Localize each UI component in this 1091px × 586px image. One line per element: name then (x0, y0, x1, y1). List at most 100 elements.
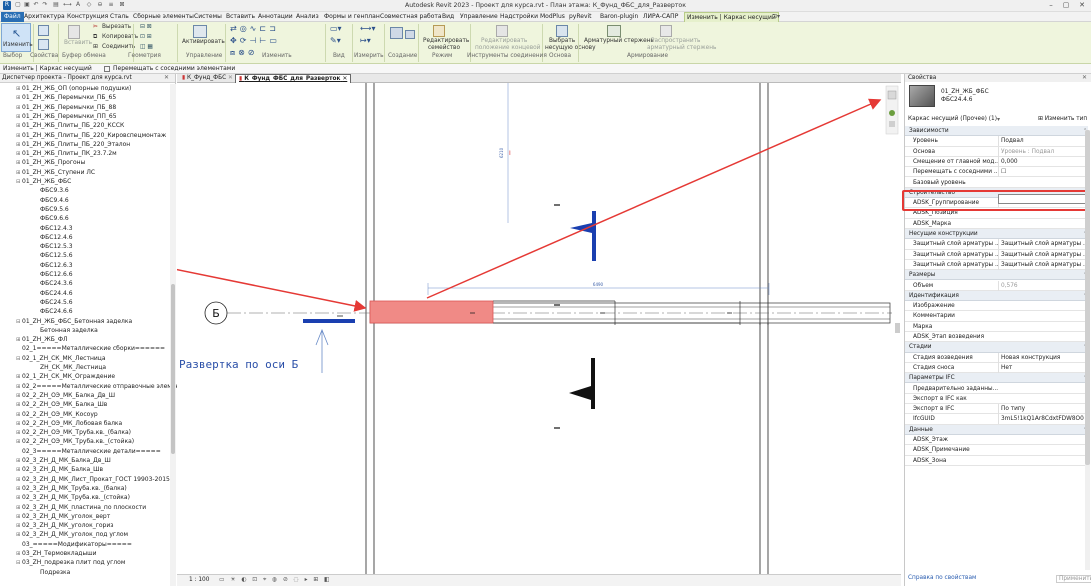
tree-item[interactable]: ФБС12.6.3 (34, 261, 73, 270)
property-value[interactable]: Защитный слой арматуры ... (998, 249, 1086, 260)
modify-tools-row3-icon[interactable]: ⧈⊗⊘ (230, 48, 258, 58)
tree-item[interactable]: ФБС24.5.6 (34, 298, 73, 307)
maximize-icon[interactable]: ▢ (1060, 1, 1072, 11)
property-category[interactable]: Данные⌃ (905, 424, 1088, 435)
property-row[interactable]: Экспорт в IFC По типу (905, 404, 1088, 415)
view-tools-icon-2[interactable]: ✎▾ (330, 36, 341, 45)
tree-item[interactable]: ФБС12.5.3 (34, 242, 73, 251)
tab-insert[interactable]: Вставить (226, 12, 255, 22)
edit-family-button[interactable]: Редактировать (423, 38, 469, 44)
property-row[interactable]: ADSK_Примечание (905, 445, 1088, 456)
paste-icon[interactable] (68, 25, 80, 39)
properties-scroll-thumb[interactable] (1085, 130, 1090, 465)
group-select[interactable]: Выбор (3, 53, 22, 59)
tab-systems[interactable]: Системы (194, 12, 222, 22)
tab-baron-plugin[interactable]: Baron-plugin (600, 12, 638, 22)
tree-item[interactable]: ⊞02_3_ZH_Д_МК_Труба.кв._(стойка) (16, 493, 130, 502)
cut-button[interactable]: Вырезать (102, 24, 131, 30)
instance-selector[interactable]: Каркас несущий (Прочее) (1) (908, 116, 997, 122)
tree-item[interactable]: ⊞02_3_ZH_Д_МК_уголок_гориз (16, 521, 113, 530)
tree-item[interactable]: ФБС9.4.6 (34, 196, 69, 205)
tree-item[interactable]: ⊞02_2_ZH_ОЭ_МК_Балка_Шв (16, 400, 107, 409)
tree-item[interactable]: ⊞01_ZH_ЖБ_Прогоны (16, 158, 85, 167)
cut-icon[interactable]: ✂ (93, 24, 98, 30)
property-row[interactable]: Защитный слой арматуры ... Защитный слой … (905, 259, 1088, 271)
property-value[interactable]: 0,000 (998, 156, 1086, 167)
tree-item[interactable]: Подрезка (34, 568, 70, 577)
tree-item[interactable]: ⊞02_2=====Металлические отправочные элем… (16, 382, 179, 391)
tab-collaborate[interactable]: Совместная работа (380, 12, 442, 22)
create-similar-icon[interactable] (405, 30, 415, 39)
paste-button[interactable]: Вставить (64, 40, 92, 46)
property-value[interactable]: 3mL5!1kQ1Ar8CdxtFDW8O0 (998, 414, 1086, 425)
tab-pyrevit[interactable]: pyRevit (569, 12, 592, 22)
minimize-icon[interactable]: – (1045, 1, 1057, 11)
edit-type-button[interactable]: ⊞ Изменить тип (1038, 116, 1087, 122)
tree-item[interactable]: ФБС9.6.6 (34, 214, 69, 223)
tab-precast[interactable]: Сборные элементы (133, 12, 194, 22)
tree-item[interactable]: ФБС24.6.6 (34, 307, 73, 316)
property-row[interactable]: Базовый уровень (905, 178, 1088, 188)
property-row[interactable]: ADSK_Марка (905, 219, 1088, 229)
edit-end-join-button[interactable]: Редактировать (481, 38, 527, 44)
property-row[interactable]: Стадия возведения Новая конструкция (905, 352, 1088, 363)
tree-item[interactable]: ⊞01_ZH_ЖБ_Плиты_ПК_23.7.2м (16, 149, 117, 158)
tree-item[interactable]: ⊞01_ZH_ЖБ_ОП (опорные подушки) (16, 84, 131, 93)
tree-item[interactable]: ФБС12.4.6 (34, 233, 73, 242)
properties-help-link[interactable]: Справка по свойствам (908, 575, 976, 581)
tab-analyze[interactable]: Анализ (296, 12, 319, 22)
property-value[interactable]: Новая конструкция (998, 352, 1086, 363)
geometry-icon-3[interactable]: ◫ ▦ (140, 44, 153, 50)
tree-item[interactable]: ФБС24.3.6 (34, 279, 73, 288)
tree-item[interactable]: ⊟02_1_ZH_СК_МК_Лестница (16, 354, 106, 363)
tree-item[interactable]: ⊞02_3_ZH_Д_МК_Лист_Прокат_ГОСТ 19903-201… (16, 475, 170, 484)
property-row[interactable]: Защитный слой арматуры ... Защитный слой … (905, 239, 1088, 250)
tree-item[interactable]: ⊞01_ZH_ЖБ_Плиты_ПБ_220_КССК (16, 121, 124, 130)
tab-view[interactable]: Вид (442, 12, 454, 22)
tab-view-fund-fbs[interactable]: ▮ К_Фунд_ФБС ✕ (179, 74, 236, 83)
tab-close-icon[interactable]: ✕ (228, 75, 233, 81)
pick-host-button[interactable]: Выбрать (549, 38, 575, 44)
browser-scroll-thumb[interactable] (171, 284, 175, 454)
geometry-icon-1[interactable]: ⊟ ⊠ (140, 24, 152, 30)
tree-item[interactable]: ⊞01_ZH_ЖБ_Плиты_ПБ_220_Кировспецмонтаж (16, 131, 166, 140)
close-properties-icon[interactable]: ✕ (1082, 74, 1087, 81)
tab-structure[interactable]: Конструкция (67, 12, 108, 22)
properties-scrollbar[interactable] (1085, 130, 1090, 570)
tree-item[interactable]: ФБС12.5.6 (34, 251, 73, 260)
tree-item[interactable]: 02_3=====Металлические детали===== (16, 447, 161, 456)
property-row[interactable]: ADSK_Зона (905, 456, 1088, 466)
property-value[interactable]: Подвал (998, 136, 1086, 147)
tree-item[interactable]: ФБС12.4.3 (34, 224, 73, 233)
tree-item[interactable]: ⊞02_3_ZH_Д_МК_Балка_Дв_Ш (16, 456, 111, 465)
property-category[interactable]: Размеры⌃ (905, 270, 1088, 281)
tree-item[interactable]: 02_1=====Металлические сборки====== (16, 344, 165, 353)
tree-item[interactable]: ⊞02_2_ZH_ОЭ_МК_Косоур (16, 410, 98, 419)
tree-item[interactable]: ⊞01_ZH_ЖБ_Перемычки_ПБ_65 (16, 93, 116, 102)
apply-button[interactable]: Применить (1056, 575, 1091, 583)
tree-item[interactable]: ⊞01_ZH_ЖБ_Ступени ЛС (16, 168, 95, 177)
property-value[interactable]: ☐ (998, 167, 1086, 178)
tab-modplus[interactable]: ModPlus (540, 12, 565, 22)
property-row[interactable]: Стадия сноса Нет (905, 362, 1088, 374)
property-category[interactable]: Параметры IFC⌃ (905, 373, 1088, 384)
property-row[interactable]: Защитный слой арматуры ... Защитный слой … (905, 249, 1088, 260)
property-row[interactable]: Смещение от главной мод... 0,000 (905, 156, 1088, 168)
tree-item[interactable]: ФБС12.6.6 (34, 270, 73, 279)
tree-item[interactable]: ⊞01_ZH_ЖБ_Перемычки_ПП_65 (16, 112, 117, 121)
tree-item[interactable]: ФБС9.5.6 (34, 205, 69, 214)
tab-close-icon[interactable]: ✕ (342, 76, 347, 82)
pick-host-icon[interactable] (556, 25, 568, 37)
property-category[interactable]: Зависимости⌃ (905, 126, 1088, 137)
tree-item[interactable]: ⊟03_ZH_подрезка плит под углом (16, 558, 125, 567)
property-value[interactable]: Нет (998, 362, 1086, 373)
tree-item[interactable]: ⊞02_1_ZH_СК_МК_Ограждение (16, 372, 115, 381)
property-value[interactable]: Защитный слой арматуры ... (998, 259, 1086, 270)
tab-view-fund-fbs-razvertok[interactable]: ▮ К_Фунд_ФБС_для_Разверток ✕ (235, 74, 352, 83)
join-icon[interactable]: ⊞ (93, 44, 98, 50)
activate-icon[interactable] (193, 25, 207, 38)
create-assembly-icon[interactable] (390, 27, 403, 39)
tree-item[interactable]: ⊞01_ZH_ЖБ_ФЛ (16, 335, 68, 344)
copy-icon[interactable]: ⧉ (93, 34, 97, 41)
tree-item[interactable]: ⊞03_ZH_Термовкладыши (16, 549, 97, 558)
